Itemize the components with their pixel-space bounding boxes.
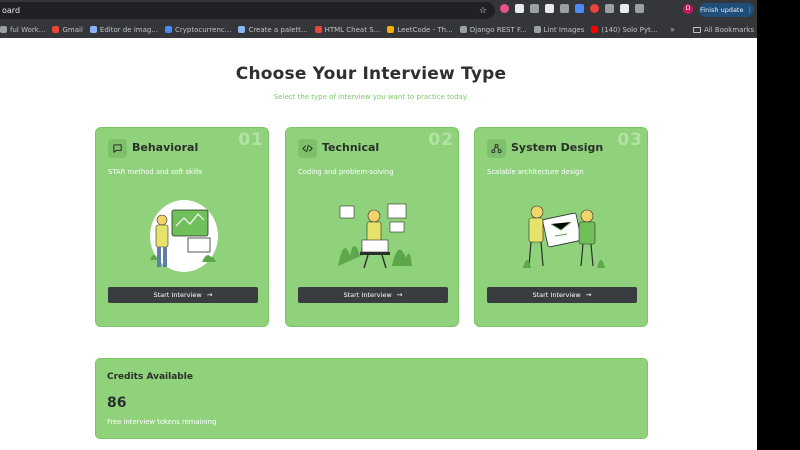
address-bar[interactable]: oard ☆	[0, 2, 495, 19]
bookmark-label: Django REST F...	[469, 25, 527, 34]
all-bookmarks-button[interactable]: All Bookmarks	[693, 21, 754, 38]
start-interview-button[interactable]: Start Interview →	[298, 287, 448, 303]
bookmark-item[interactable]: LeetCode - Th...	[387, 25, 453, 34]
page-content: Choose Your Interview Type Select the ty…	[0, 38, 757, 450]
bookmark-favicon-icon	[387, 26, 395, 33]
url-text[interactable]: oard	[0, 6, 479, 15]
browser-chrome: oard ☆ D Finish update ⋮ ful Work... Gma…	[0, 0, 757, 38]
extension-icon[interactable]	[560, 4, 569, 13]
bookmark-item[interactable]: Gmail	[52, 25, 83, 34]
gmail-icon	[52, 26, 60, 33]
card-number: 01	[238, 130, 264, 150]
card-number: 02	[428, 130, 454, 150]
bookmark-favicon-icon	[165, 26, 173, 33]
bookmark-label: HTML Cheat S...	[324, 25, 381, 34]
card-number: 03	[617, 130, 643, 150]
bookmark-label: Create a palett...	[248, 25, 308, 34]
bookmark-label: Cryptocurrenc...	[175, 25, 232, 34]
card-description: STAR method and soft skills	[108, 168, 203, 176]
extension-icon[interactable]	[530, 4, 539, 13]
card-title: Behavioral	[132, 141, 199, 154]
bookmark-label: Gmail	[62, 25, 83, 34]
bookmark-item[interactable]: Editor de imag...	[89, 25, 159, 34]
bookmark-item[interactable]: Cryptocurrenc...	[165, 26, 231, 34]
extensions-bar	[500, 4, 644, 13]
folder-icon	[693, 26, 701, 33]
all-bookmarks-label: All Bookmarks	[704, 25, 755, 34]
bookmark-label: Editor de imag...	[99, 25, 159, 34]
extension-icon[interactable]	[590, 4, 599, 13]
bookmark-item[interactable]: Lint Images	[533, 25, 585, 34]
interview-card-technical: Technical 02 Coding and problem-solving …	[285, 127, 459, 327]
extension-icon[interactable]	[575, 4, 584, 13]
finish-update-button[interactable]: Finish update ⋮	[699, 3, 754, 17]
profile-avatar[interactable]: D	[683, 4, 693, 14]
finish-update-label: Finish update	[700, 6, 744, 14]
system-design-illustration	[523, 205, 605, 268]
credits-panel: Credits Available 86 Free interview toke…	[95, 358, 648, 439]
puzzle-icon[interactable]	[620, 4, 629, 13]
bookmark-item[interactable]: Django REST F...	[459, 25, 527, 34]
credits-count: 86	[107, 395, 127, 411]
arrow-right-icon: →	[585, 291, 592, 299]
download-icon[interactable]	[515, 4, 524, 13]
extension-icon[interactable]	[545, 4, 554, 13]
bookmark-favicon-icon	[533, 26, 541, 33]
window-edge	[757, 0, 800, 450]
kebab-menu-icon: ⋮	[746, 6, 753, 14]
extension-icon[interactable]	[500, 4, 509, 13]
bookmark-item[interactable]: HTML Cheat S...	[314, 25, 381, 34]
start-interview-button[interactable]: Start Interview →	[108, 287, 258, 303]
credits-title: Credits Available	[107, 372, 193, 382]
bookmark-favicon-icon	[89, 26, 97, 33]
start-interview-button[interactable]: Start Interview →	[487, 287, 637, 303]
card-title: System Design	[511, 141, 604, 154]
bookmark-star-icon[interactable]: ☆	[479, 6, 487, 16]
bookmark-label: (140) Solo Pyt...	[601, 25, 658, 34]
page-title: Choose Your Interview Type	[235, 64, 507, 84]
bookmark-favicon-icon	[459, 26, 467, 33]
interview-card-system-design: System Design 03 Scalable architecture d…	[474, 127, 648, 327]
arrow-right-icon: →	[396, 291, 403, 299]
bookmark-label: ful Work...	[10, 25, 46, 34]
chat-icon	[108, 139, 127, 158]
code-icon	[298, 139, 317, 158]
bookmark-label: LeetCode - Th...	[397, 25, 453, 34]
bookmark-item[interactable]: ful Work...	[0, 26, 45, 34]
page-subtitle: Select the type of interview you want to…	[273, 93, 469, 101]
more-bookmarks-chevron-icon[interactable]: »	[670, 21, 675, 38]
credits-note: Free interview tokens remaining	[107, 418, 217, 426]
start-interview-label: Start Interview	[153, 291, 202, 299]
bookmarks-bar: ful Work... Gmail Editor de imag... Cryp…	[0, 21, 757, 38]
youtube-icon	[591, 26, 599, 33]
tab-search-icon[interactable]	[635, 4, 644, 13]
bookmark-item[interactable]: (140) Solo Pyt...	[591, 26, 657, 34]
behavioral-illustration	[150, 200, 218, 272]
bookmark-favicon-icon	[238, 26, 246, 33]
card-title: Technical	[322, 141, 380, 154]
start-interview-label: Start Interview	[532, 291, 581, 299]
arrow-right-icon: →	[206, 291, 213, 299]
bookmark-favicon-icon	[0, 26, 7, 33]
bookmark-favicon-icon	[314, 26, 322, 33]
eyedropper-icon[interactable]	[605, 4, 614, 13]
bookmark-item[interactable]: Create a palett...	[238, 25, 308, 34]
network-icon	[487, 139, 506, 158]
card-description: Scalable architecture design	[487, 168, 584, 176]
interview-card-behavioral: Behavioral 01 STAR method and soft skill…	[95, 127, 269, 327]
start-interview-label: Start Interview	[343, 291, 392, 299]
technical-illustration	[338, 203, 412, 269]
card-description: Coding and problem-solving	[298, 168, 394, 176]
bookmark-label: Lint Images	[543, 25, 585, 34]
